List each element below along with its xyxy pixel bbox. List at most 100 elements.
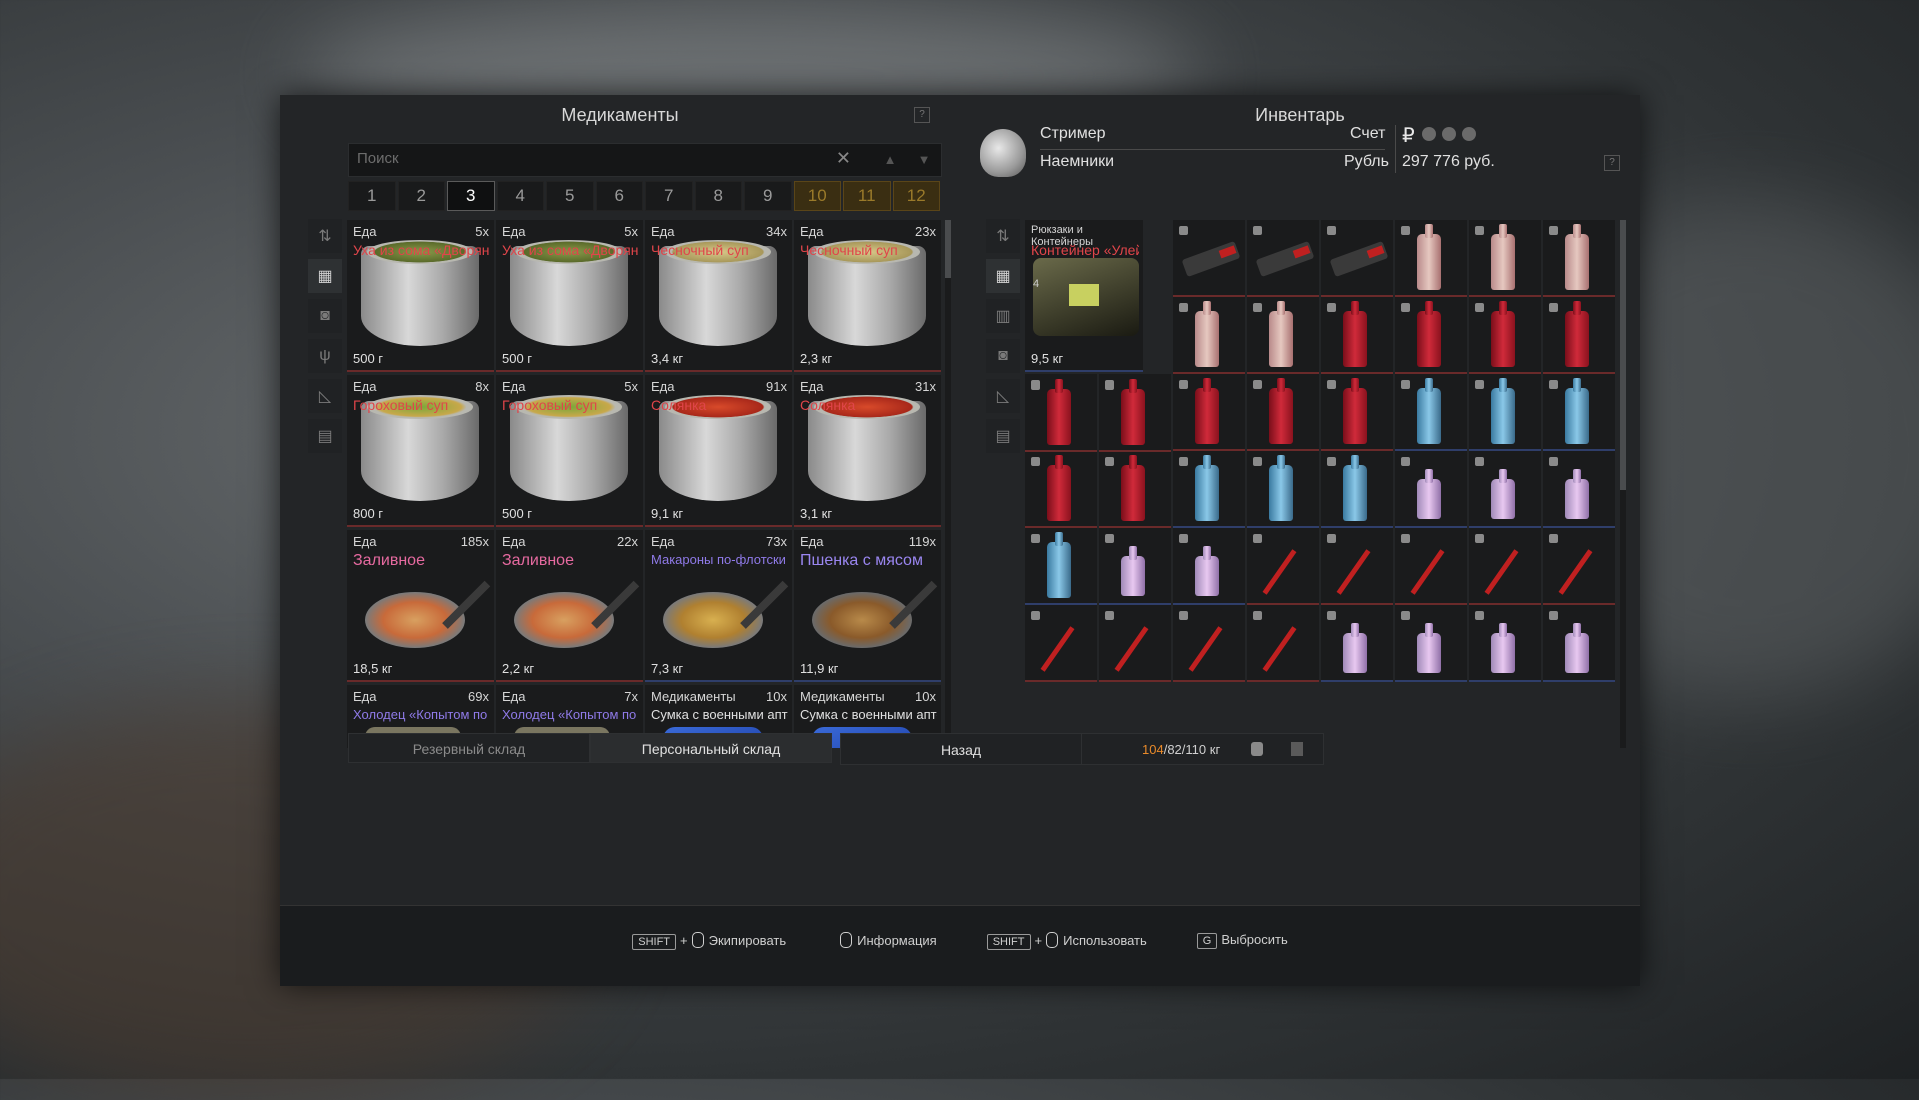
close-icon[interactable]: ✕ [836,148,851,169]
stash-scrollbar[interactable] [945,220,951,748]
sort-icon[interactable]: ⇅ [986,219,1020,253]
inventory-item[interactable] [1025,375,1097,452]
inventory-item[interactable] [1247,528,1319,605]
stash-item[interactable]: Еда 8x Гороховый суп 800 г [347,375,494,527]
inventory-item[interactable] [1469,374,1541,451]
inventory-item[interactable] [1247,220,1319,297]
page-7[interactable]: 7 [645,181,693,211]
help-icon[interactable]: ? [914,107,930,123]
inventory-item[interactable] [1173,605,1245,682]
page-12[interactable]: 12 [892,181,940,211]
inventory-item[interactable] [1543,528,1615,605]
stash-item[interactable]: Еда 91x Солянка 9,1 кг [645,375,792,527]
inventory-item[interactable] [1395,220,1467,297]
stash-item[interactable]: Еда 23x Чесночный суп 2,3 кг [794,220,941,372]
armor-icon[interactable]: ▥ [986,299,1020,333]
inventory-item[interactable] [1099,605,1171,682]
stash-item[interactable]: Еда 31x Солянка 3,1 кг [794,375,941,527]
inventory-item[interactable] [1025,528,1097,605]
tab-personal-stash[interactable]: Персональный склад [590,733,832,763]
inventory-item[interactable] [1543,297,1615,374]
inventory-item[interactable] [1469,605,1541,682]
inventory-item[interactable] [1469,528,1541,605]
arrow-down-icon[interactable]: ▼ [907,148,941,172]
grid-icon[interactable]: ▦ [308,259,342,293]
ruler-icon[interactable]: ◺ [308,379,342,413]
stash-item[interactable]: Еда 73x Макароны по-флотски 7,3 кг [645,530,792,682]
inventory-item[interactable] [1173,220,1245,297]
stash-item[interactable]: Еда 5x Уха из сома «Дворянск... 500 г [496,220,643,372]
inventory-item[interactable] [1395,374,1467,451]
tab-reserve-stash[interactable]: Резервный склад [348,733,590,763]
stash-item[interactable]: Еда 22x Заливное 2,2 кг [496,530,643,682]
inventory-item[interactable] [1543,220,1615,297]
stash-item[interactable]: Еда 119x Пшенка с мясом 11,9 кг [794,530,941,682]
inventory-item[interactable] [1247,374,1319,451]
token-icon[interactable] [1442,127,1456,141]
inventory-item[interactable] [1395,528,1467,605]
stash-item[interactable]: Еда 5x Гороховый суп 500 г [496,375,643,527]
camera-icon[interactable]: ◙ [986,339,1020,373]
inventory-item[interactable] [1543,451,1615,528]
inventory-item[interactable] [1321,374,1393,451]
inventory-item[interactable] [1173,528,1245,605]
back-button[interactable]: Назад [840,733,1082,765]
inventory-item[interactable] [1099,528,1171,605]
inventory-item[interactable] [1099,451,1171,528]
inventory-item[interactable] [1469,220,1541,297]
container-item[interactable]: Рюкзаки и Контейнеры Контейнер «Улей» 4 … [1025,220,1143,372]
inventory-item[interactable] [1247,605,1319,682]
camera-icon[interactable]: ◙ [308,299,342,333]
inventory-item[interactable] [1543,374,1615,451]
flare-icon [1410,549,1445,595]
search-box[interactable]: Поиск ✕ ▲ ▼ [348,143,942,177]
page-4[interactable]: 4 [496,181,544,211]
coin-icon[interactable] [1422,127,1436,141]
inventory-item[interactable] [1321,297,1393,374]
inventory-item[interactable] [1321,605,1393,682]
page-8[interactable]: 8 [694,181,742,211]
stash-item[interactable]: Еда 185x Заливное 18,5 кг [347,530,494,682]
ruble-icon[interactable]: ₽ [1402,123,1415,148]
ruler-icon[interactable]: ◺ [986,379,1020,413]
inventory-item[interactable] [1247,451,1319,528]
trash-icon[interactable] [1291,742,1303,756]
inventory-item[interactable] [1099,375,1171,452]
inventory-item[interactable] [1173,297,1245,374]
inventory-item[interactable] [1025,451,1097,528]
inventory-item[interactable] [1469,451,1541,528]
archive-icon[interactable]: ▤ [308,419,342,453]
inventory-item[interactable] [1395,297,1467,374]
page-2[interactable]: 2 [397,181,445,211]
page-6[interactable]: 6 [595,181,643,211]
kettlebell-icon[interactable] [1251,742,1263,756]
inventory-item[interactable] [1395,451,1467,528]
archive-icon[interactable]: ▤ [986,419,1020,453]
stash-item[interactable]: Еда 5x Уха из сома «Дворянск... 500 г [347,220,494,372]
rank-icon[interactable] [1462,127,1476,141]
inventory-item[interactable] [1543,605,1615,682]
sort-icon[interactable]: ⇅ [308,219,342,253]
page-9[interactable]: 9 [744,181,792,211]
inventory-item[interactable] [1173,374,1245,451]
arrow-up-icon[interactable]: ▲ [873,148,907,172]
inventory-item[interactable] [1321,451,1393,528]
page-10[interactable]: 10 [793,181,841,211]
inventory-item[interactable] [1173,451,1245,528]
inventory-item[interactable] [1321,220,1393,297]
inventory-item[interactable] [1247,297,1319,374]
inventory-item[interactable] [1469,297,1541,374]
grid-icon[interactable]: ▦ [986,259,1020,293]
page-11[interactable]: 11 [843,181,891,211]
page-3[interactable]: 3 [447,181,495,211]
page-5[interactable]: 5 [546,181,594,211]
food-icon[interactable]: ψ [308,339,342,373]
inventory-item[interactable] [1395,605,1467,682]
inventory-item[interactable] [1025,605,1097,682]
stash-item[interactable]: Еда 34x Чесночный суп 3,4 кг [645,220,792,372]
inventory-scrollbar[interactable] [1620,220,1626,748]
help-icon[interactable]: ? [1604,155,1620,171]
inventory-item[interactable] [1321,528,1393,605]
search-input[interactable]: Поиск [357,150,399,167]
page-1[interactable]: 1 [348,181,396,211]
